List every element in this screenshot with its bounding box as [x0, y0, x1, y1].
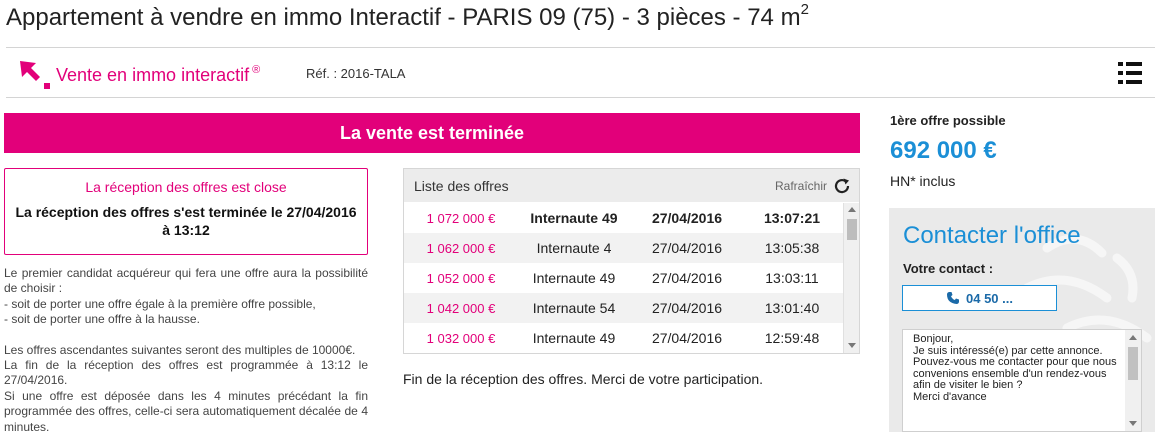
- title-superscript: 2: [800, 1, 809, 18]
- scroll-thumb[interactable]: [1128, 347, 1138, 380]
- offers-scrollbar[interactable]: [843, 203, 859, 353]
- offer-time: 12:59:48: [764, 330, 820, 346]
- registered-mark: ®: [252, 63, 261, 76]
- scroll-down-icon[interactable]: [1129, 421, 1137, 426]
- phone-button[interactable]: 04 50 ...: [902, 285, 1057, 311]
- offers-list-panel: Liste des offres Rafraîchir 1 072 000 € …: [403, 168, 860, 354]
- divider: [6, 97, 1155, 98]
- refresh-button[interactable]: Rafraîchir: [775, 177, 851, 195]
- contact-title: Contacter l'office: [903, 222, 1081, 249]
- offer-amount: 1 072 000 €: [426, 210, 496, 226]
- phone-number: 04 50 ...: [966, 290, 1013, 306]
- rules-text: La fin de la réception des offres est pr…: [4, 358, 368, 388]
- phone-icon: [947, 292, 959, 304]
- end-message: Fin de la réception des offres. Merci de…: [403, 371, 764, 387]
- contact-panel: Contacter l'office Votre contact : 04 50…: [889, 208, 1155, 432]
- page-title: Appartement à vendre en immo Interactif …: [6, 1, 809, 31]
- reference-number: Réf. : 2016-TALA: [306, 66, 406, 81]
- first-offer-price: 692 000 €: [890, 137, 997, 164]
- offer-date: 27/04/2016: [651, 240, 723, 256]
- scroll-down-icon[interactable]: [848, 343, 856, 348]
- offers-table: 1 072 000 € Internaute 49 27/04/2016 13:…: [404, 203, 844, 353]
- brand-name: Vente en immo interactif ®: [56, 63, 261, 85]
- offer-time: 13:01:40: [764, 300, 820, 316]
- refresh-icon: [834, 178, 850, 194]
- brand-logo[interactable]: Vente en immo interactif ®: [18, 58, 260, 92]
- table-row: 1 032 000 € Internaute 49 27/04/2016 12:…: [404, 323, 844, 353]
- offer-date: 27/04/2016: [651, 270, 723, 286]
- scroll-up-icon[interactable]: [848, 207, 856, 212]
- contact-subtitle: Votre contact :: [903, 261, 994, 276]
- offer-amount: 1 032 000 €: [426, 330, 496, 346]
- offer-amount: 1 052 000 €: [426, 270, 496, 286]
- message-textarea[interactable]: Bonjour, Je suis intéressé(e) par cette …: [902, 329, 1142, 432]
- status-heading: La réception des offres est close: [85, 179, 287, 195]
- offer-date: 27/04/2016: [651, 300, 723, 316]
- offer-amount: 1 062 000 €: [426, 240, 496, 256]
- offers-list-header: Liste des offres Rafraîchir: [404, 169, 859, 202]
- offer-time: 13:07:21: [763, 210, 821, 226]
- offer-date: 27/04/2016: [651, 330, 723, 346]
- offer-time: 13:05:38: [764, 240, 820, 256]
- table-row: 1 052 000 € Internaute 49 27/04/2016 13:…: [404, 263, 844, 293]
- offer-amount: 1 042 000 €: [426, 300, 496, 316]
- scroll-up-icon[interactable]: [1129, 335, 1137, 340]
- list-menu-icon[interactable]: [1117, 60, 1143, 86]
- offer-date: 27/04/2016: [651, 210, 723, 226]
- offers-closed-box: La réception des offres est close La réc…: [4, 168, 368, 255]
- first-offer-label: 1ère offre possible: [890, 113, 1006, 128]
- rules-text: Si une offre est déposée dans les 4 minu…: [4, 388, 368, 432]
- scroll-thumb[interactable]: [847, 219, 857, 240]
- offer-time: 13:03:11: [765, 270, 819, 286]
- offer-bidder: Internaute 49: [532, 330, 616, 346]
- offers-list-title: Liste des offres: [414, 178, 509, 194]
- message-scrollbar[interactable]: [1125, 330, 1141, 431]
- sale-rules: Le premier candidat acquéreur qui fera u…: [4, 266, 368, 432]
- rules-text: - soit de porter une offre égale à la pr…: [4, 296, 316, 311]
- offer-bidder: Internaute 49: [532, 270, 616, 286]
- table-row: 1 042 000 € Internaute 54 27/04/2016 13:…: [404, 293, 844, 323]
- cursor-arrow-icon: [20, 61, 50, 89]
- offer-bidder: Internaute 4: [536, 240, 612, 256]
- table-row: 1 072 000 € Internaute 49 27/04/2016 13:…: [404, 203, 844, 233]
- refresh-label: Rafraîchir: [774, 179, 827, 193]
- divider: [6, 47, 1155, 48]
- rules-text: - soit de porter une offre à la hausse.: [4, 312, 200, 327]
- sale-status-banner: La vente est terminée: [4, 113, 860, 153]
- fees-note: HN* inclus: [890, 173, 956, 189]
- offer-bidder: Internaute 54: [532, 300, 616, 316]
- status-message: La réception des offres s'est terminée l…: [15, 204, 357, 238]
- table-row: 1 062 000 € Internaute 4 27/04/2016 13:0…: [404, 233, 844, 263]
- rules-text: Le premier candidat acquéreur qui fera u…: [4, 266, 368, 296]
- rules-text: Les offres ascendantes suivantes seront …: [4, 342, 356, 357]
- offer-bidder: Internaute 49: [530, 210, 618, 226]
